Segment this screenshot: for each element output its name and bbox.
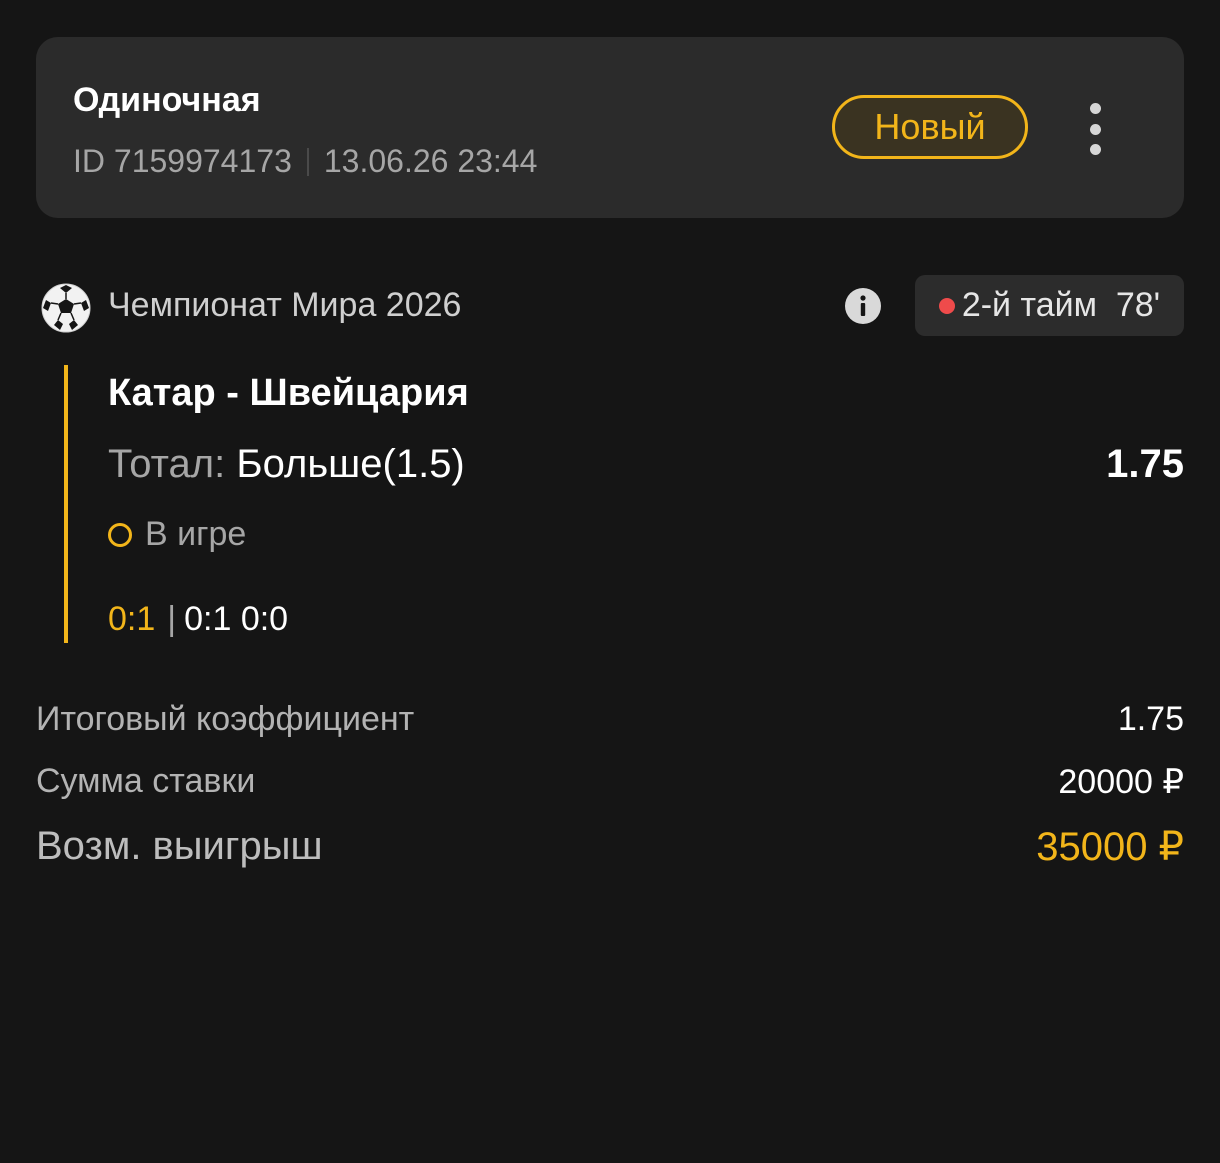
stake-label: Сумма ставки: [36, 762, 256, 800]
match-name[interactable]: Катар - Швейцария: [108, 372, 469, 415]
bet-header-card: Одиночная ID 7159974173 13.06.26 23:44 Н…: [36, 37, 1184, 218]
bet-id: ID 7159974173: [73, 143, 292, 179]
score-periods: 0:1 0:0: [184, 600, 289, 638]
market-label: Тотал:: [108, 442, 226, 486]
meta-divider: [306, 147, 309, 176]
selection-odds: 1.75: [1106, 442, 1184, 486]
event-state: В игре: [108, 515, 246, 554]
total-odds-label: Итоговый коэффициент: [36, 700, 415, 738]
more-dot: [1089, 103, 1101, 114]
event-state-label: В игре: [145, 515, 247, 553]
market-value: Больше(1.5): [236, 442, 465, 486]
score-main: 0:1: [108, 600, 156, 638]
live-indicator-dot: [938, 297, 955, 314]
more-dot: [1089, 123, 1101, 135]
live-status-text: 2-й тайм 78': [961, 286, 1161, 324]
soccer-ball-icon: [41, 283, 91, 333]
in-play-ring-icon: [108, 522, 132, 547]
total-odds-value: 1.75: [1117, 700, 1184, 738]
stake-value: 20000 ₽: [1058, 763, 1184, 801]
payout-label: Возм. выигрыш: [36, 824, 323, 868]
bet-details-page: Одиночная ID 7159974173 13.06.26 23:44 Н…: [0, 0, 1220, 1163]
bet-type-title: Одиночная: [73, 81, 261, 119]
score-divider: |: [167, 600, 177, 638]
info-icon[interactable]: [844, 287, 882, 325]
score: 0:1 | 0:1 0:0: [108, 600, 288, 639]
market: Тотал: Больше(1.5): [108, 442, 465, 487]
payout-value: 35000 ₽: [1036, 825, 1184, 869]
bet-meta: ID 7159974173 13.06.26 23:44: [73, 143, 537, 180]
event-accent-bar: [64, 365, 68, 643]
more-dot: [1089, 144, 1101, 155]
more-options-icon[interactable]: [1080, 99, 1110, 159]
league-name[interactable]: Чемпионат Мира 2026: [108, 286, 461, 325]
status-badge: Новый: [832, 95, 1028, 159]
live-status-chip: 2-й тайм 78': [915, 275, 1184, 336]
bet-datetime: 13.06.26 23:44: [323, 143, 538, 179]
